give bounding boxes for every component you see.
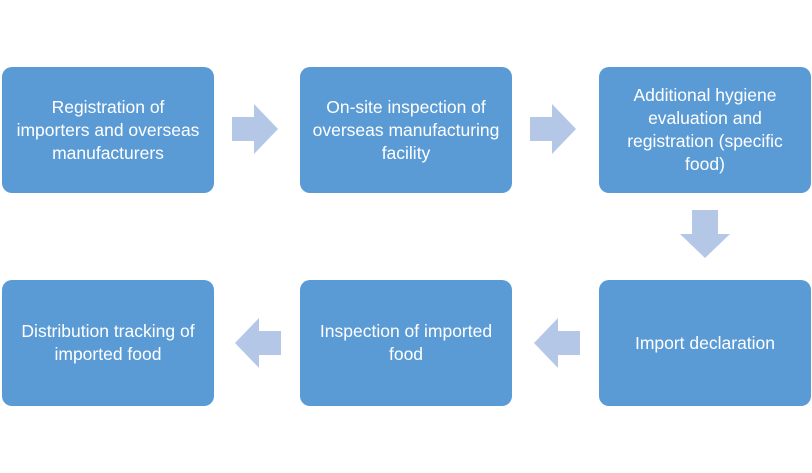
right-arrow-icon xyxy=(530,104,576,154)
down-arrow-icon xyxy=(680,210,730,258)
step-food-inspection-box: Inspection of imported food xyxy=(300,280,512,406)
step-import-declaration-label: Import declaration xyxy=(634,332,776,353)
step-import-declaration-box: Import declaration xyxy=(599,280,811,406)
step-hygiene-evaluation-label: Additional hygiene evaluation and regist… xyxy=(627,85,783,174)
step-registration-label: Registration of importers and overseas m… xyxy=(16,96,200,163)
left-arrow-icon xyxy=(235,318,281,368)
left-arrow-icon xyxy=(534,318,580,368)
step-food-inspection-label: Inspection of imported food xyxy=(319,321,493,364)
step-registration-box: Registration of importers and overseas m… xyxy=(2,67,214,193)
step-distribution-tracking-label: Distribution tracking of imported food xyxy=(21,321,195,364)
step-distribution-tracking-box: Distribution tracking of imported food xyxy=(2,280,214,406)
step-hygiene-evaluation-box: Additional hygiene evaluation and regist… xyxy=(599,67,811,193)
right-arrow-icon xyxy=(232,104,278,154)
step-onsite-inspection-label: On-site inspection of overseas manufactu… xyxy=(312,96,500,163)
step-onsite-inspection-box: On-site inspection of overseas manufactu… xyxy=(300,67,512,193)
